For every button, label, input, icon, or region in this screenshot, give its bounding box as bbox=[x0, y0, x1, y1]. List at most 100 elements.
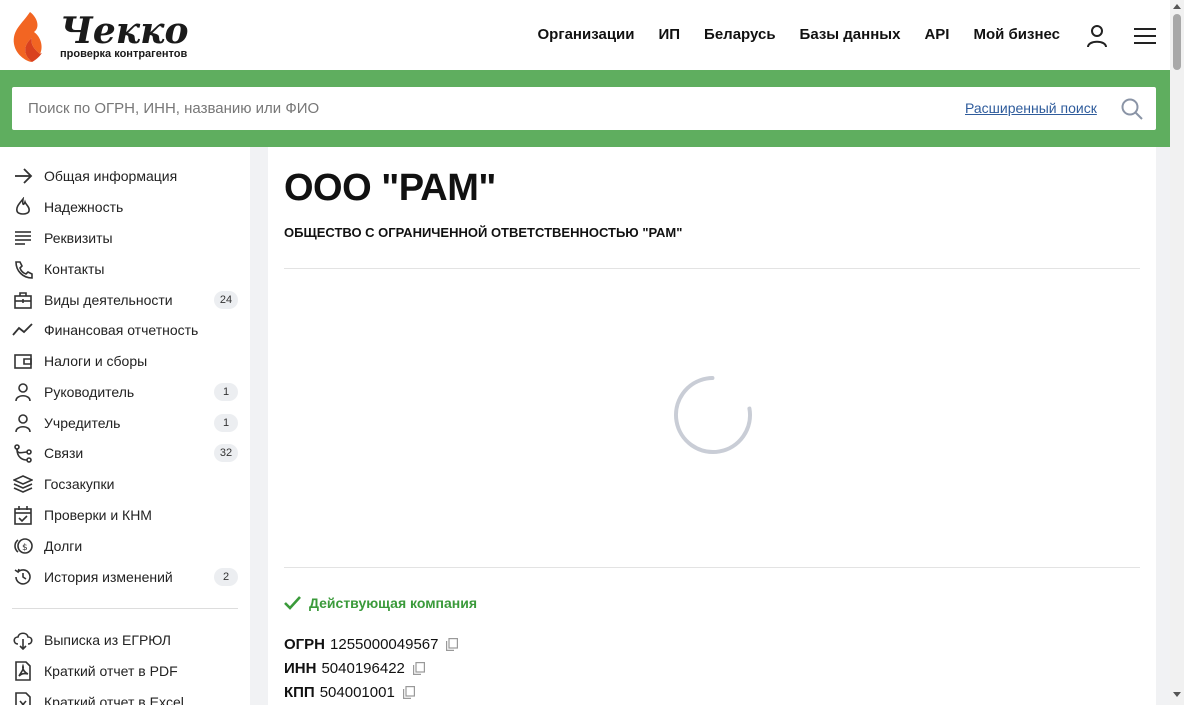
requisite-label: ИНН bbox=[284, 660, 317, 677]
flame-logo-icon bbox=[13, 12, 42, 62]
top-nav: Организации ИП Беларусь Базы данных API … bbox=[538, 26, 1060, 43]
checkmark-icon bbox=[284, 596, 301, 610]
sidebar-item-label: Связи bbox=[44, 445, 84, 461]
sidebar-item-label: Надежность bbox=[44, 199, 124, 215]
copy-icon[interactable] bbox=[446, 638, 459, 651]
sidebar-item-history[interactable]: История изменений 2 bbox=[12, 564, 240, 590]
logo[interactable]: Чекко проверка контрагентов bbox=[10, 8, 200, 64]
main-content: ООО "РАМ" ОБЩЕСТВО С ОГРАНИЧЕННОЙ ОТВЕТС… bbox=[268, 147, 1156, 705]
chart-line-icon bbox=[12, 319, 34, 341]
divider bbox=[284, 268, 1140, 269]
sidebar-item-label: Виды деятельности bbox=[44, 292, 173, 308]
search-icon[interactable] bbox=[1120, 97, 1144, 121]
requisite-value: 5040196422 bbox=[321, 660, 405, 677]
search-box: Расширенный поиск bbox=[12, 87, 1156, 130]
page-scrollbar[interactable] bbox=[1170, 0, 1184, 705]
status-badge: Действующая компания bbox=[284, 595, 477, 611]
wallet-icon bbox=[12, 350, 34, 372]
arrow-right-icon bbox=[12, 165, 34, 187]
scrollbar-thumb[interactable] bbox=[1173, 14, 1181, 70]
requisite-value: 504001001 bbox=[319, 684, 395, 701]
sidebar-item-label: Руководитель bbox=[44, 384, 135, 400]
sidebar-item-label: Налоги и сборы bbox=[44, 353, 148, 369]
nav-ip[interactable]: ИП bbox=[658, 26, 680, 43]
sidebar-item-label: Выписка из ЕГРЮЛ bbox=[44, 632, 171, 648]
user-icon[interactable] bbox=[1085, 24, 1109, 48]
sidebar-divider bbox=[12, 608, 238, 609]
person-icon bbox=[12, 412, 34, 434]
nav-databases[interactable]: Базы данных bbox=[800, 26, 901, 43]
requisite-value: 1255000049567 bbox=[330, 636, 439, 653]
count-badge: 1 bbox=[214, 414, 238, 432]
advanced-search-link[interactable]: Расширенный поиск bbox=[965, 100, 1097, 116]
sidebar-item-label: Финансовая отчетность bbox=[44, 322, 199, 338]
copy-icon[interactable] bbox=[402, 686, 415, 699]
sidebar-item-excel-report[interactable]: Краткий отчет в Excel bbox=[12, 689, 240, 705]
sidebar-item-taxes[interactable]: Налоги и сборы bbox=[12, 348, 240, 374]
copy-icon[interactable] bbox=[412, 662, 425, 675]
phone-icon bbox=[12, 258, 34, 280]
requisite-inn: ИНН 5040196422 bbox=[284, 660, 425, 677]
nav-belarus[interactable]: Беларусь bbox=[704, 26, 776, 43]
sidebar-item-financials[interactable]: Финансовая отчетность bbox=[12, 317, 240, 343]
requisite-ogrn: ОГРН 1255000049567 bbox=[284, 636, 459, 653]
sidebar-item-label: Общая информация bbox=[44, 168, 178, 184]
requisite-label: ОГРН bbox=[284, 636, 326, 653]
sidebar-item-procurement[interactable]: Госзакупки bbox=[12, 471, 240, 497]
coins-icon: $ bbox=[12, 535, 34, 557]
logo-wordmark: Чекко bbox=[60, 10, 189, 52]
sidebar-item-label: Долги bbox=[44, 538, 83, 554]
sidebar-item-pdf-report[interactable]: Краткий отчет в PDF bbox=[12, 658, 240, 684]
sidebar-item-label: История изменений bbox=[44, 569, 173, 585]
flame-icon bbox=[12, 196, 34, 218]
svg-text:$: $ bbox=[22, 543, 28, 553]
sidebar-item-contacts[interactable]: Контакты bbox=[12, 256, 240, 282]
sidebar-item-connections[interactable]: Связи 32 bbox=[12, 440, 240, 466]
header: Чекко проверка контрагентов Организации … bbox=[0, 0, 1170, 70]
sidebar-item-reliability[interactable]: Надежность bbox=[12, 194, 240, 220]
layers-icon bbox=[12, 473, 34, 495]
sidebar-item-label: Проверки и КНМ bbox=[44, 507, 152, 523]
person-icon bbox=[12, 381, 34, 403]
sidebar-item-requisites[interactable]: Реквизиты bbox=[12, 225, 240, 251]
sidebar-item-label: Краткий отчет в PDF bbox=[44, 663, 178, 679]
sidebar-item-label: Краткий отчет в Excel bbox=[44, 694, 184, 705]
sidebar-item-label: Учредитель bbox=[44, 415, 121, 431]
calendar-check-icon bbox=[12, 504, 34, 526]
lines-icon bbox=[12, 227, 34, 249]
divider bbox=[284, 567, 1140, 568]
logo-tagline: проверка контрагентов bbox=[60, 48, 188, 60]
sidebar-item-debts[interactable]: $ Долги bbox=[12, 533, 240, 559]
cloud-download-icon bbox=[12, 629, 34, 651]
requisite-label: КПП bbox=[284, 684, 315, 701]
branch-icon bbox=[12, 442, 34, 464]
briefcase-icon bbox=[12, 289, 34, 311]
count-badge: 2 bbox=[214, 568, 238, 586]
nav-organizations[interactable]: Организации bbox=[538, 26, 635, 43]
search-input[interactable] bbox=[12, 87, 912, 130]
sidebar-item-label: Реквизиты bbox=[44, 230, 113, 246]
sidebar-item-director[interactable]: Руководитель 1 bbox=[12, 379, 240, 405]
loading-spinner-icon bbox=[674, 376, 752, 454]
sidebar: Общая информация Надежность Реквизиты Ко… bbox=[0, 147, 250, 705]
scroll-up-arrow-icon[interactable] bbox=[1173, 4, 1181, 9]
sidebar-item-activities[interactable]: Виды деятельности 24 bbox=[12, 287, 240, 313]
search-band: Расширенный поиск bbox=[0, 70, 1170, 147]
history-icon bbox=[12, 566, 34, 588]
scroll-down-arrow-icon[interactable] bbox=[1173, 692, 1181, 697]
sidebar-item-general[interactable]: Общая информация bbox=[12, 163, 240, 189]
count-badge: 32 bbox=[214, 444, 238, 462]
sidebar-item-inspections[interactable]: Проверки и КНМ bbox=[12, 502, 240, 528]
company-full-name: ОБЩЕСТВО С ОГРАНИЧЕННОЙ ОТВЕТСТВЕННОСТЬЮ… bbox=[284, 225, 683, 240]
company-short-name: ООО "РАМ" bbox=[284, 167, 496, 209]
nav-my-business[interactable]: Мой бизнес bbox=[973, 26, 1060, 43]
requisite-kpp: КПП 504001001 bbox=[284, 684, 415, 701]
excel-icon bbox=[12, 691, 34, 705]
status-label: Действующая компания bbox=[309, 595, 478, 611]
pdf-icon bbox=[12, 660, 34, 682]
nav-api[interactable]: API bbox=[924, 26, 949, 43]
menu-icon[interactable] bbox=[1133, 26, 1157, 46]
sidebar-item-founder[interactable]: Учредитель 1 bbox=[12, 410, 240, 436]
count-badge: 24 bbox=[214, 291, 238, 309]
sidebar-item-egrul-extract[interactable]: Выписка из ЕГРЮЛ bbox=[12, 627, 240, 653]
